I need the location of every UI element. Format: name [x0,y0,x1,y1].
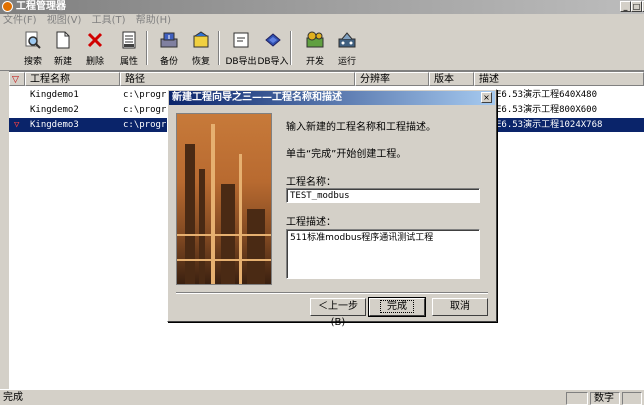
menu-help[interactable]: 帮助(H) [133,14,175,27]
develop-icon [306,31,324,48]
run-label: 运行 [337,57,356,67]
new-project-wizard-dialog: 新建工程向导之三——工程名称和描述 × 输入新建的工程名称和工程描述。 单击“完… [167,89,497,328]
status-pane-extra [622,392,642,405]
restore-button[interactable]: 恢复 [184,27,218,69]
backup-button[interactable]: 备份 [152,27,186,69]
db-import-icon [265,33,281,47]
column-header-resolution[interactable]: 分辨率 [355,72,429,86]
properties-button[interactable]: 属性 [112,27,146,69]
project-description-label: 工程描述： [286,217,336,228]
cell-description: E6.53演示工程640X480 [496,90,598,100]
column-header-version[interactable]: 版本 [429,72,474,86]
back-button[interactable]: ＜上一步(B) [310,298,366,328]
flag-column-header[interactable]: ▽ [9,72,25,86]
run-icon [338,32,356,48]
delete-label: 删除 [85,57,104,67]
dialog-intro-text: 输入新建的工程名称和工程描述。 [286,122,436,133]
cell-project-name: Kingdemo2 [30,105,79,115]
backup-icon [160,32,178,48]
app-icon [2,1,13,12]
cancel-button[interactable]: 取消 [432,298,488,316]
db-export-label: DB导出 [225,57,257,67]
column-header-description[interactable]: 描述 [474,72,644,86]
restore-label: 恢复 [191,57,210,67]
status-pane-empty [566,392,588,405]
project-name-input[interactable]: TEST_modbus [286,188,480,203]
new-label: 新建 [53,57,72,67]
db-export-button[interactable]: DB导出 [224,27,258,69]
search-button[interactable]: 搜索 [16,27,50,69]
backup-label: 备份 [159,57,178,67]
dialog-hint-text: 单击“完成”开始创建工程。 [286,149,407,160]
dialog-close-icon[interactable]: × [481,92,492,103]
delete-x-icon [87,32,103,48]
develop-button[interactable]: 开发 [298,27,332,69]
toolbar-separator [290,31,292,65]
properties-label: 属性 [119,57,138,67]
status-num-indicator: 数字 [590,392,620,405]
menu-view[interactable]: 视图(V) [44,14,86,27]
finish-button-label: 完成 [380,300,414,313]
cell-description: E6.53演示工程1024X768 [496,120,603,130]
run-button[interactable]: 运行 [330,27,364,69]
sort-flag-icon: ▽ [12,75,19,85]
search-label: 搜索 [23,57,42,67]
project-description-input[interactable]: 511标准modbus程序通讯测试工程 [286,229,480,279]
db-import-label: DB导入 [257,57,289,67]
toolbar: 搜索 新建 删除 属性 备份 恢复 DB导出 DB导入 开发 运行 [0,27,644,71]
db-export-icon [233,32,249,48]
column-header-name[interactable]: 工程名称 [25,72,120,86]
search-icon [25,31,41,49]
restore-icon [193,31,209,48]
project-name-label: 工程名称： [286,177,336,188]
refinery-image [176,113,272,285]
cell-project-name: Kingdemo3 [30,120,79,130]
new-button[interactable]: 新建 [46,27,80,69]
dialog-separator [176,292,488,294]
list-header: ▽ 工程名称 路径 分辨率 版本 描述 [9,72,644,86]
new-document-icon [56,31,70,49]
status-text: 完成 [3,392,23,403]
finish-button[interactable]: 完成 [368,297,426,317]
window-title: 工程管理器 [16,1,66,12]
menu-file[interactable]: 文件(F) [0,14,41,27]
selected-flag-icon: ▽ [14,120,20,130]
main-title-bar[interactable]: 工程管理器 _ □ [0,0,644,14]
properties-icon [122,31,136,49]
delete-button[interactable]: 删除 [78,27,112,69]
menu-tools[interactable]: 工具(T) [89,14,130,27]
minimize-icon[interactable]: _ [620,1,631,12]
toolbar-separator [146,31,148,65]
column-header-path[interactable]: 路径 [120,72,355,86]
maximize-icon[interactable]: □ [631,1,642,12]
develop-label: 开发 [305,57,324,67]
status-bar: 完成 数字 [0,389,644,405]
cell-description: E6.53演示工程800X600 [496,105,598,115]
dialog-title[interactable]: 新建工程向导之三——工程名称和描述 [169,91,495,105]
db-import-button[interactable]: DB导入 [256,27,290,69]
toolbar-separator [218,31,220,65]
menu-bar: 文件(F) 视图(V) 工具(T) 帮助(H) [0,14,644,27]
cell-project-name: Kingdemo1 [30,90,79,100]
